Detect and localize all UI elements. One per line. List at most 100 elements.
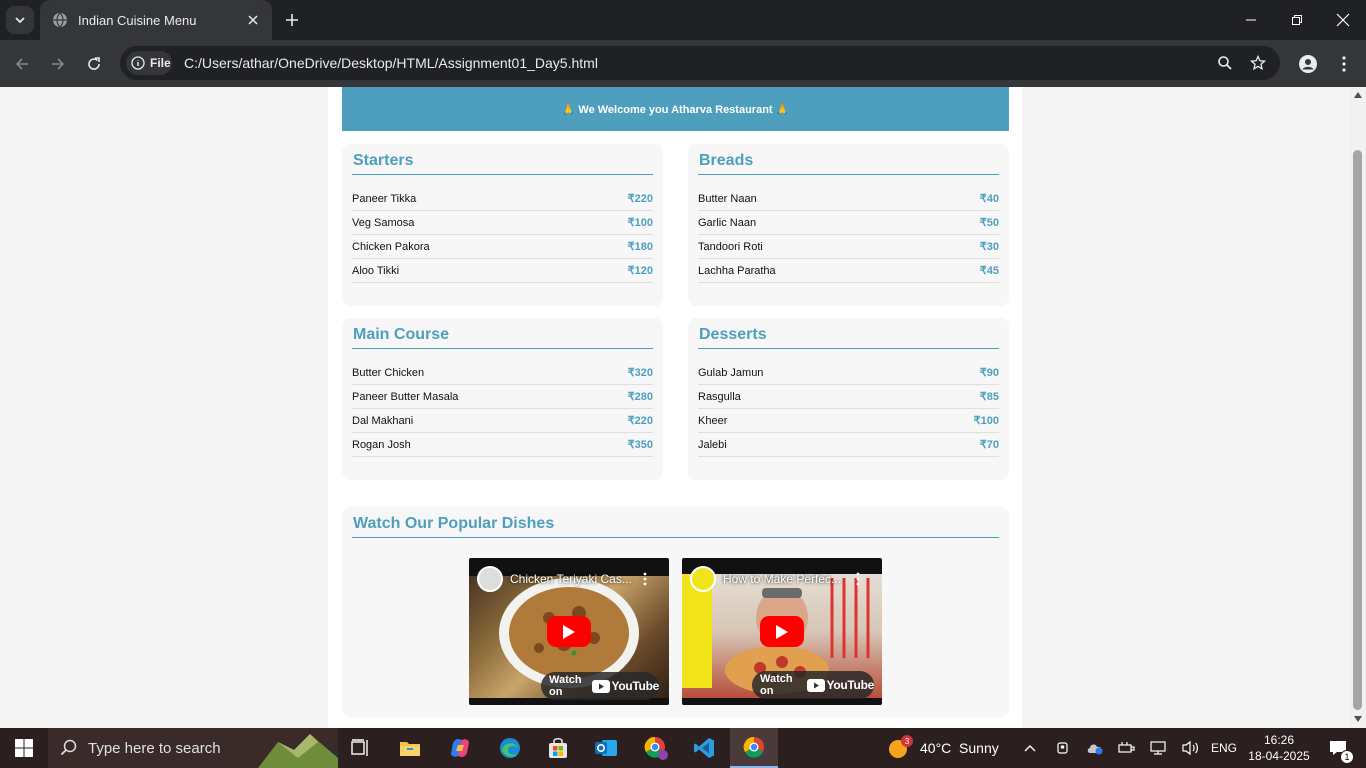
triangle-down-icon <box>1354 716 1362 722</box>
menu-card-main-course: Main Course Butter Chicken ₹320 Paneer Bu… <box>342 318 663 480</box>
task-view-button[interactable] <box>340 728 380 768</box>
store-icon <box>549 737 567 758</box>
watch-on-youtube-button[interactable]: Watch on YouTube <box>752 671 874 699</box>
channel-avatar[interactable] <box>690 566 716 592</box>
video-title[interactable]: Chicken Teriyaki Cas... <box>510 572 632 586</box>
youtube-logo: YouTube <box>806 678 874 692</box>
chrome-icon <box>644 736 668 760</box>
item-name: Lachha Paratha <box>698 264 776 277</box>
menu-card-desserts: Desserts Gulab Jamun ₹90 Rasgulla ₹85 Khee… <box>688 318 1009 480</box>
more-vert-icon <box>1342 56 1346 72</box>
menu-item: Aloo Tikki ₹120 <box>352 259 653 283</box>
item-price: ₹180 <box>627 241 653 253</box>
task-view-icon <box>351 739 368 756</box>
network-button[interactable] <box>1148 728 1170 768</box>
youtube-logo: YouTube <box>591 679 659 693</box>
item-price: ₹70 <box>979 439 999 451</box>
search-icon <box>60 739 77 756</box>
globe-icon <box>53 12 67 28</box>
profile-button[interactable] <box>1296 52 1320 76</box>
notification-count: 1 <box>1340 750 1354 764</box>
onedrive-button[interactable] <box>1084 728 1106 768</box>
plus-icon <box>286 14 298 26</box>
chrome-profile-button[interactable] <box>636 728 676 768</box>
battery-button[interactable] <box>1116 728 1138 768</box>
watch-on-youtube-button[interactable]: Watch on YouTube <box>541 672 659 700</box>
play-button[interactable] <box>760 616 804 647</box>
reload-button[interactable] <box>80 50 108 78</box>
notifications-button[interactable]: 1 <box>1318 728 1358 768</box>
search-placeholder: Type here to search <box>88 739 221 757</box>
cloud-icon <box>1087 744 1103 755</box>
play-button[interactable] <box>547 616 591 647</box>
store-button[interactable] <box>538 728 578 768</box>
copilot-button[interactable] <box>440 728 480 768</box>
tab-search-button[interactable] <box>6 6 34 34</box>
item-name: Aloo Tikki <box>352 264 400 277</box>
restore-button[interactable] <box>1274 0 1320 40</box>
item-price: ₹45 <box>979 265 999 277</box>
new-tab-button[interactable] <box>281 9 303 31</box>
scroll-down-arrow[interactable] <box>1353 714 1363 724</box>
item-name: Butter Chicken <box>352 366 425 379</box>
scrollbar-thumb[interactable] <box>1353 150 1362 710</box>
clock-time: 16:26 <box>1263 733 1295 747</box>
speaker-icon <box>1182 740 1198 756</box>
zoom-icon <box>1218 56 1232 70</box>
item-name: Kheer <box>698 414 728 427</box>
item-price: ₹100 <box>627 217 653 229</box>
windows-logo-icon <box>15 739 33 757</box>
volume-button[interactable] <box>1180 728 1202 768</box>
minimize-icon <box>1246 19 1256 21</box>
tab-close-button[interactable] <box>244 11 262 29</box>
minimize-button[interactable] <box>1228 0 1274 40</box>
menu-item: Butter Naan ₹40 <box>698 187 999 211</box>
watch-label: Watch on <box>549 674 582 698</box>
play-icon <box>776 624 788 639</box>
section-title: Main Course <box>352 318 653 349</box>
clock-date: 18-04-2025 <box>1248 749 1310 763</box>
video-title[interactable]: How to Make Perfec... <box>723 572 841 586</box>
restore-icon <box>1292 15 1302 25</box>
close-window-button[interactable] <box>1320 0 1366 40</box>
search-highlight-image <box>258 734 338 768</box>
item-name: Garlic Naan <box>698 216 757 229</box>
meet-now-button[interactable] <box>1052 728 1074 768</box>
item-price: ₹100 <box>973 415 999 427</box>
chrome-active-button[interactable] <box>730 728 778 768</box>
url-text[interactable]: C:/Users/athar/OneDrive/Desktop/HTML/Ass… <box>184 55 598 71</box>
section-title: Breads <box>698 144 999 175</box>
item-name: Paneer Butter Masala <box>352 390 459 403</box>
vscode-icon <box>694 738 714 758</box>
taskbar-search[interactable]: Type here to search <box>48 728 338 768</box>
clock[interactable]: 16:26 18-04-2025 <box>1246 728 1312 768</box>
menu-item: Veg Samosa ₹100 <box>352 211 653 235</box>
scroll-up-arrow[interactable] <box>1353 90 1363 100</box>
file-explorer-button[interactable] <box>390 728 430 768</box>
start-button[interactable] <box>0 728 48 768</box>
outlook-button[interactable] <box>586 728 626 768</box>
edge-icon <box>500 738 520 758</box>
back-button[interactable] <box>8 50 36 78</box>
browser-tab[interactable]: Indian Cuisine Menu <box>40 0 272 40</box>
edge-button[interactable] <box>490 728 530 768</box>
vscode-button[interactable] <box>684 728 724 768</box>
video-embed-1[interactable]: Chicken Teriyaki Cas... Watch on YouTube <box>469 558 669 705</box>
item-price: ₹30 <box>979 241 999 253</box>
bookmark-button[interactable] <box>1248 53 1268 73</box>
video-embed-2[interactable]: How to Make Perfec... Watch on YouTube <box>682 558 882 705</box>
tab-title: Indian Cuisine Menu <box>78 12 197 28</box>
language-indicator[interactable]: ENG <box>1208 728 1240 768</box>
chevron-up-icon <box>1024 745 1036 752</box>
zoom-button[interactable] <box>1215 53 1235 73</box>
show-hidden-icons-button[interactable] <box>1018 728 1042 768</box>
channel-avatar[interactable] <box>477 566 503 592</box>
welcome-banner: 🙏 We Welcome you Atharva Restaurant 🙏 <box>342 87 1009 131</box>
play-icon <box>563 624 575 639</box>
menu-button[interactable] <box>1332 52 1356 76</box>
menu-item: Chicken Pakora ₹180 <box>352 235 653 259</box>
address-bar[interactable]: File C:/Users/athar/OneDrive/Desktop/HTM… <box>120 46 1280 80</box>
site-info-chip[interactable]: File <box>126 51 172 75</box>
forward-button[interactable] <box>44 50 72 78</box>
weather-widget[interactable]: 3 40°C Sunny <box>886 728 1006 768</box>
